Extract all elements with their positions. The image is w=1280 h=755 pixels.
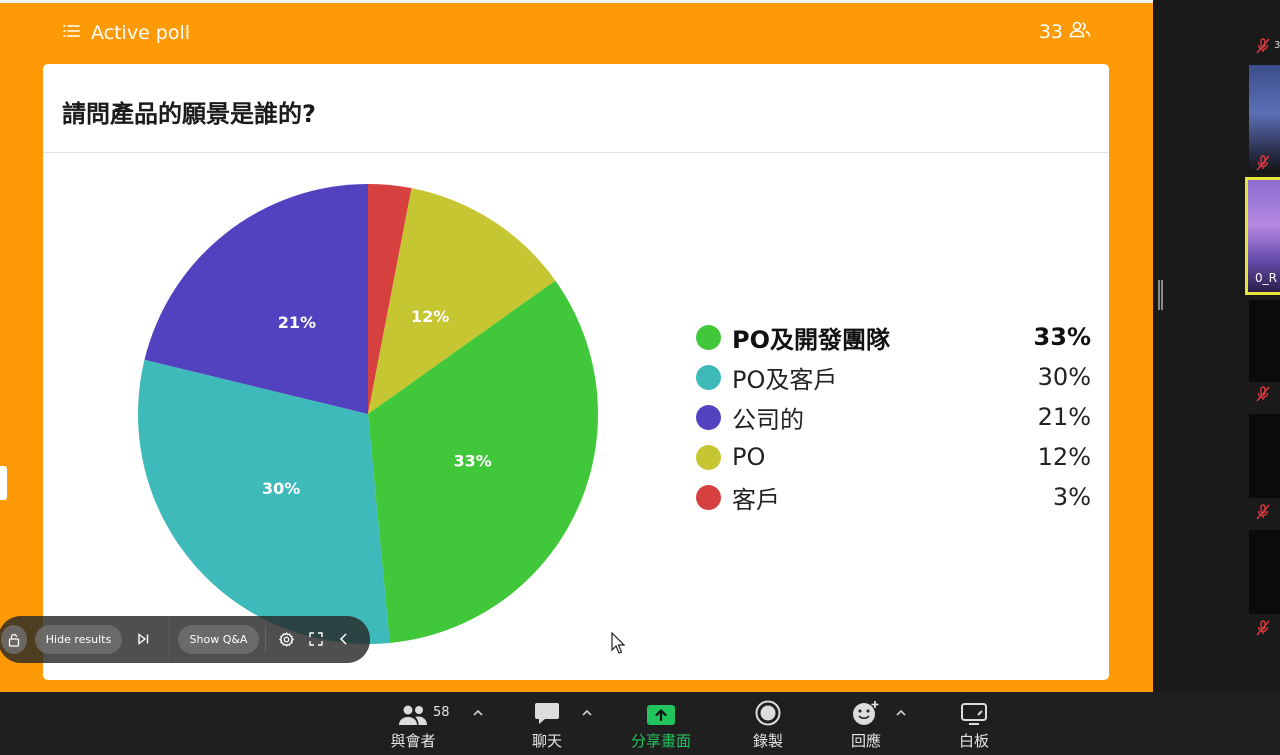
chevron-up-icon[interactable]	[895, 706, 907, 720]
chat-icon	[534, 692, 560, 726]
legend-label: 公司的	[732, 405, 804, 434]
participant-tile[interactable]	[1249, 414, 1280, 498]
list-icon	[63, 23, 81, 43]
mic-off-icon	[1256, 155, 1270, 175]
share-screen-icon	[646, 692, 676, 726]
show-qa-button[interactable]: Show Q&A	[178, 625, 259, 654]
shared-screen: Active poll 33 請問產品的願景是誰的? 12% 33% 30% 21% …	[0, 0, 1153, 692]
resize-handle[interactable]	[1158, 280, 1163, 310]
legend-item: 公司的 21%	[696, 397, 1091, 437]
whiteboard-icon	[960, 692, 988, 726]
pie-slice-label: 33%	[453, 451, 491, 470]
legend-item: PO 12%	[696, 437, 1091, 477]
participant-tile[interactable]	[1249, 530, 1280, 614]
skip-icon[interactable]	[130, 626, 156, 652]
lock-icon[interactable]	[1, 625, 27, 654]
whiteboard-label: 白板	[958, 732, 989, 750]
chart-legend: PO及開發團隊 33% PO及客戶 30% 公司的 21% PO 12% 客戶 3%	[696, 317, 1091, 517]
poll-card: 請問產品的願景是誰的? 12% 33% 30% 21% PO及開發團隊 33% PO及客戶…	[43, 64, 1109, 680]
chevron-left-icon[interactable]	[331, 626, 357, 652]
legend-label: PO及開發團隊	[732, 325, 890, 354]
mic-off-icon	[1256, 38, 1270, 58]
record-label: 錄製	[752, 732, 783, 750]
participants-icon	[1063, 20, 1091, 43]
chevron-up-icon[interactable]	[581, 706, 593, 720]
pie-chart: 12% 33% 30% 21%	[138, 184, 598, 644]
poll-count-value: 33	[1038, 20, 1063, 43]
pie-slice-label: 21%	[278, 313, 316, 332]
hide-results-button[interactable]: Hide results	[35, 625, 122, 654]
legend-item: PO及開發團隊 33%	[696, 317, 1091, 357]
poll-header-title: Active poll	[91, 22, 191, 44]
mic-off-icon	[1256, 386, 1270, 406]
participants-label: 與會者	[390, 732, 436, 750]
record-button[interactable]: 錄製	[748, 692, 788, 755]
legend-swatch	[696, 324, 721, 350]
poll-question: 請問產品的願景是誰的?	[62, 100, 316, 128]
gear-icon[interactable]	[273, 626, 299, 652]
participant-name: 0_R	[1255, 271, 1277, 285]
legend-percent: 12%	[1037, 443, 1091, 471]
reaction-icon	[852, 692, 880, 726]
left-edge-tab	[0, 466, 7, 500]
chat-button[interactable]: 聊天	[525, 692, 569, 755]
legend-swatch	[696, 444, 721, 470]
participants-count: 58	[433, 705, 450, 720]
mouse-cursor-icon	[611, 631, 626, 658]
legend-item: PO及客戶 30%	[696, 357, 1091, 397]
reactions-button[interactable]: 回應	[846, 692, 886, 755]
share-border	[0, 0, 1153, 3]
record-icon	[755, 692, 781, 726]
share-screen-button[interactable]: 分享畫面	[624, 692, 698, 755]
chat-label: 聊天	[531, 732, 562, 750]
mic-off-icon	[1256, 504, 1270, 524]
legend-swatch	[696, 404, 721, 430]
legend-item: 客戶 3%	[696, 477, 1091, 517]
legend-percent: 30%	[1037, 363, 1091, 391]
pie-slice-label: 12%	[411, 307, 449, 326]
toolbar-divider	[168, 616, 169, 663]
card-divider	[43, 152, 1109, 153]
fullscreen-icon[interactable]	[303, 626, 329, 652]
whiteboard-button[interactable]: 白板	[954, 692, 994, 755]
legend-label: PO	[732, 443, 766, 471]
legend-percent: 21%	[1037, 403, 1091, 431]
participants-icon	[398, 692, 428, 726]
legend-percent: 3%	[1052, 483, 1091, 511]
legend-swatch	[696, 364, 721, 390]
legend-percent: 33%	[1033, 323, 1091, 351]
mic-off-icon	[1256, 620, 1270, 640]
legend-label: PO及客戶	[732, 365, 838, 394]
toolbar-divider	[265, 626, 266, 653]
legend-label: 客戶	[732, 485, 780, 514]
participants-button[interactable]: 與會者	[385, 692, 441, 755]
chevron-up-icon[interactable]	[472, 706, 484, 720]
poll-header: Active poll	[63, 18, 190, 48]
participant-name-fragment: 3	[1274, 40, 1280, 51]
poll-controls: Hide results Show Q&A	[0, 616, 370, 663]
pie-slice-label: 30%	[262, 479, 300, 498]
legend-swatch	[696, 484, 721, 510]
share-screen-label: 分享畫面	[630, 732, 691, 750]
reactions-label: 回應	[850, 732, 881, 750]
meeting-window: Active poll 33 請問產品的願景是誰的? 12% 33% 30% 21% …	[0, 0, 1280, 755]
meeting-controls: 與會者 58 聊天 分享畫面 錄製 回應 白板	[0, 692, 1280, 755]
participant-tile[interactable]	[1249, 300, 1280, 382]
poll-participant-count: 33	[1039, 20, 1091, 43]
